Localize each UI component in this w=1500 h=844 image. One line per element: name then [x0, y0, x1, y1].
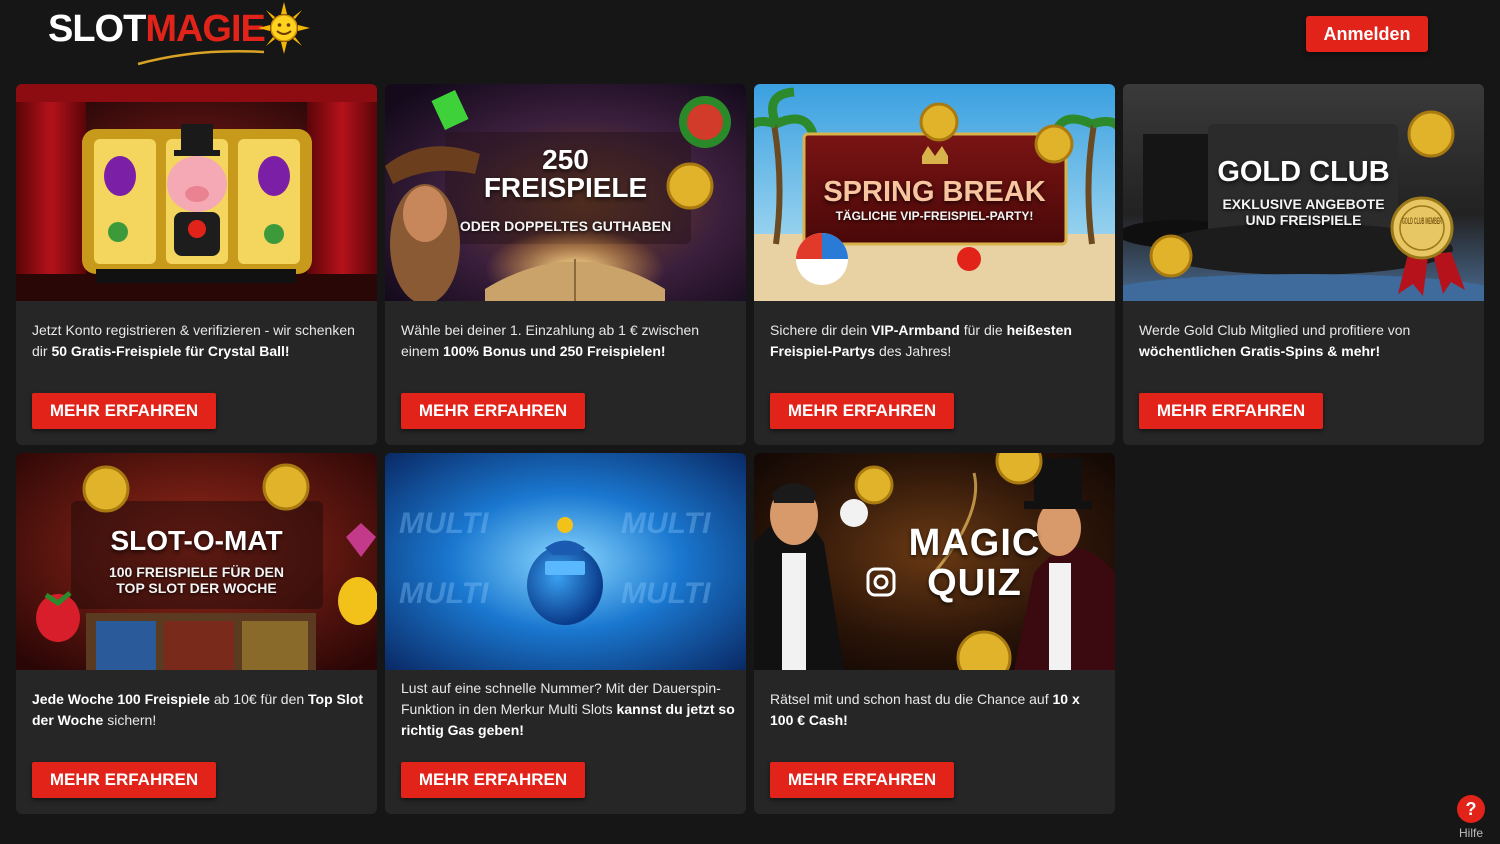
- promo-description: Sichere dir dein VIP-Armband für die hei…: [770, 322, 1072, 359]
- promo-banner[interactable]: 250 FREISPIELE ODER DOPPELTES GUTHABEN: [385, 84, 746, 301]
- help-label: Hilfe: [1458, 826, 1483, 840]
- logo-swoosh-icon: [137, 49, 265, 66]
- promo-banner[interactable]: MULTI MULTI MULTI MULTI: [385, 453, 746, 670]
- promo-description: Werde Gold Club Mitglied und profitiere …: [1139, 322, 1411, 359]
- promo-description: Jede Woche 100 Freispiele ab 10€ für den…: [32, 691, 363, 728]
- promo-banner[interactable]: GOLD CLUB MEMBER GOLD CLUB EXKLUSIVE ANG…: [1123, 84, 1484, 301]
- promo-card-spring-break: SPRING BREAK TÄGLICHE VIP-FREISPIEL-PART…: [754, 84, 1115, 445]
- multi-watermark: MULTI: [399, 577, 489, 610]
- slotmagie-logo[interactable]: SLOTMAGIE: [46, 2, 316, 72]
- money-bag-icon: MULTI MULTI MULTI MULTI: [385, 453, 746, 670]
- more-info-button[interactable]: MEHR ERFAHREN: [32, 393, 216, 429]
- multi-watermark: MULTI: [621, 577, 711, 610]
- promo-banner[interactable]: SLOT-O-MAT 100 FREISPIELE FÜR DEN TOP SL…: [16, 453, 377, 670]
- more-info-button[interactable]: MEHR ERFAHREN: [401, 762, 585, 798]
- promo-banner[interactable]: MAGIC QUIZ: [754, 453, 1115, 670]
- multi-watermark: MULTI: [399, 507, 489, 540]
- logo-part-slot: SLOT: [48, 8, 146, 50]
- banner-subtitle: EXKLUSIVE ANGEBOTE UND FREISPIELE: [1222, 196, 1385, 228]
- promo-banner[interactable]: [16, 84, 377, 301]
- banner-subtitle: TÄGLICHE VIP-FREISPIEL-PARTY!: [835, 209, 1034, 223]
- more-info-button[interactable]: MEHR ERFAHREN: [32, 762, 216, 798]
- promo-card-slot-o-mat: SLOT-O-MAT 100 FREISPIELE FÜR DEN TOP SL…: [16, 453, 377, 814]
- promo-card-250-freispiele: 250 FREISPIELE ODER DOPPELTES GUTHABEN W…: [385, 84, 746, 445]
- help-button[interactable]: ? Hilfe: [1456, 795, 1486, 841]
- merkur-sun-icon: [258, 2, 310, 54]
- lucky-pig-slot-icon: [16, 84, 377, 301]
- promo-description: Wähle bei deiner 1. Einzahlung ab 1 € zw…: [401, 322, 700, 359]
- promo-card-multi-slots: MULTI MULTI MULTI MULTI Lust auf eine sc…: [385, 453, 746, 814]
- promo-description: Rätsel mit und schon hast du die Chance …: [770, 691, 1080, 728]
- banner-title: SLOT-O-MAT: [110, 525, 283, 556]
- logo-wordmark: SLOTMAGIE: [48, 8, 266, 51]
- slot-machine-icon: [16, 453, 377, 670]
- promo-banner[interactable]: SPRING BREAK TÄGLICHE VIP-FREISPIEL-PART…: [754, 84, 1115, 301]
- more-info-button[interactable]: MEHR ERFAHREN: [770, 393, 954, 429]
- help-icon[interactable]: ?: [1457, 795, 1485, 823]
- promo-card-magic-quiz: MAGIC QUIZ Rätsel mit und schon hast du …: [754, 453, 1115, 814]
- more-info-button[interactable]: MEHR ERFAHREN: [401, 393, 585, 429]
- promotions-grid: Jetzt Konto registrieren & verifizieren …: [16, 84, 1484, 814]
- logo-part-magie: MAGIE: [145, 8, 266, 50]
- banner-title: SPRING BREAK: [823, 176, 1046, 208]
- top-hat-icon: GOLD CLUB MEMBER: [1123, 84, 1484, 301]
- banner-title: 250 FREISPIELE: [483, 144, 648, 203]
- banner-title: MAGIC QUIZ: [908, 522, 1041, 604]
- more-info-button[interactable]: MEHR ERFAHREN: [1139, 393, 1323, 429]
- promo-card-gold-club: GOLD CLUB MEMBER GOLD CLUB EXKLUSIVE ANG…: [1123, 84, 1484, 445]
- multi-watermark: MULTI: [621, 507, 711, 540]
- promo-description: Jetzt Konto registrieren & verifizieren …: [32, 322, 355, 359]
- login-button[interactable]: Anmelden: [1306, 16, 1428, 52]
- more-info-button[interactable]: MEHR ERFAHREN: [770, 762, 954, 798]
- promo-description: Lust auf eine schnelle Nummer? Mit der D…: [401, 680, 735, 738]
- banner-subtitle: ODER DOPPELTES GUTHABEN: [459, 218, 672, 234]
- promo-card-crystal-ball: Jetzt Konto registrieren & verifizieren …: [16, 84, 377, 445]
- banner-subtitle: 100 FREISPIELE FÜR DEN TOP SLOT DER WOCH…: [108, 564, 285, 596]
- banner-title: GOLD CLUB: [1217, 156, 1390, 188]
